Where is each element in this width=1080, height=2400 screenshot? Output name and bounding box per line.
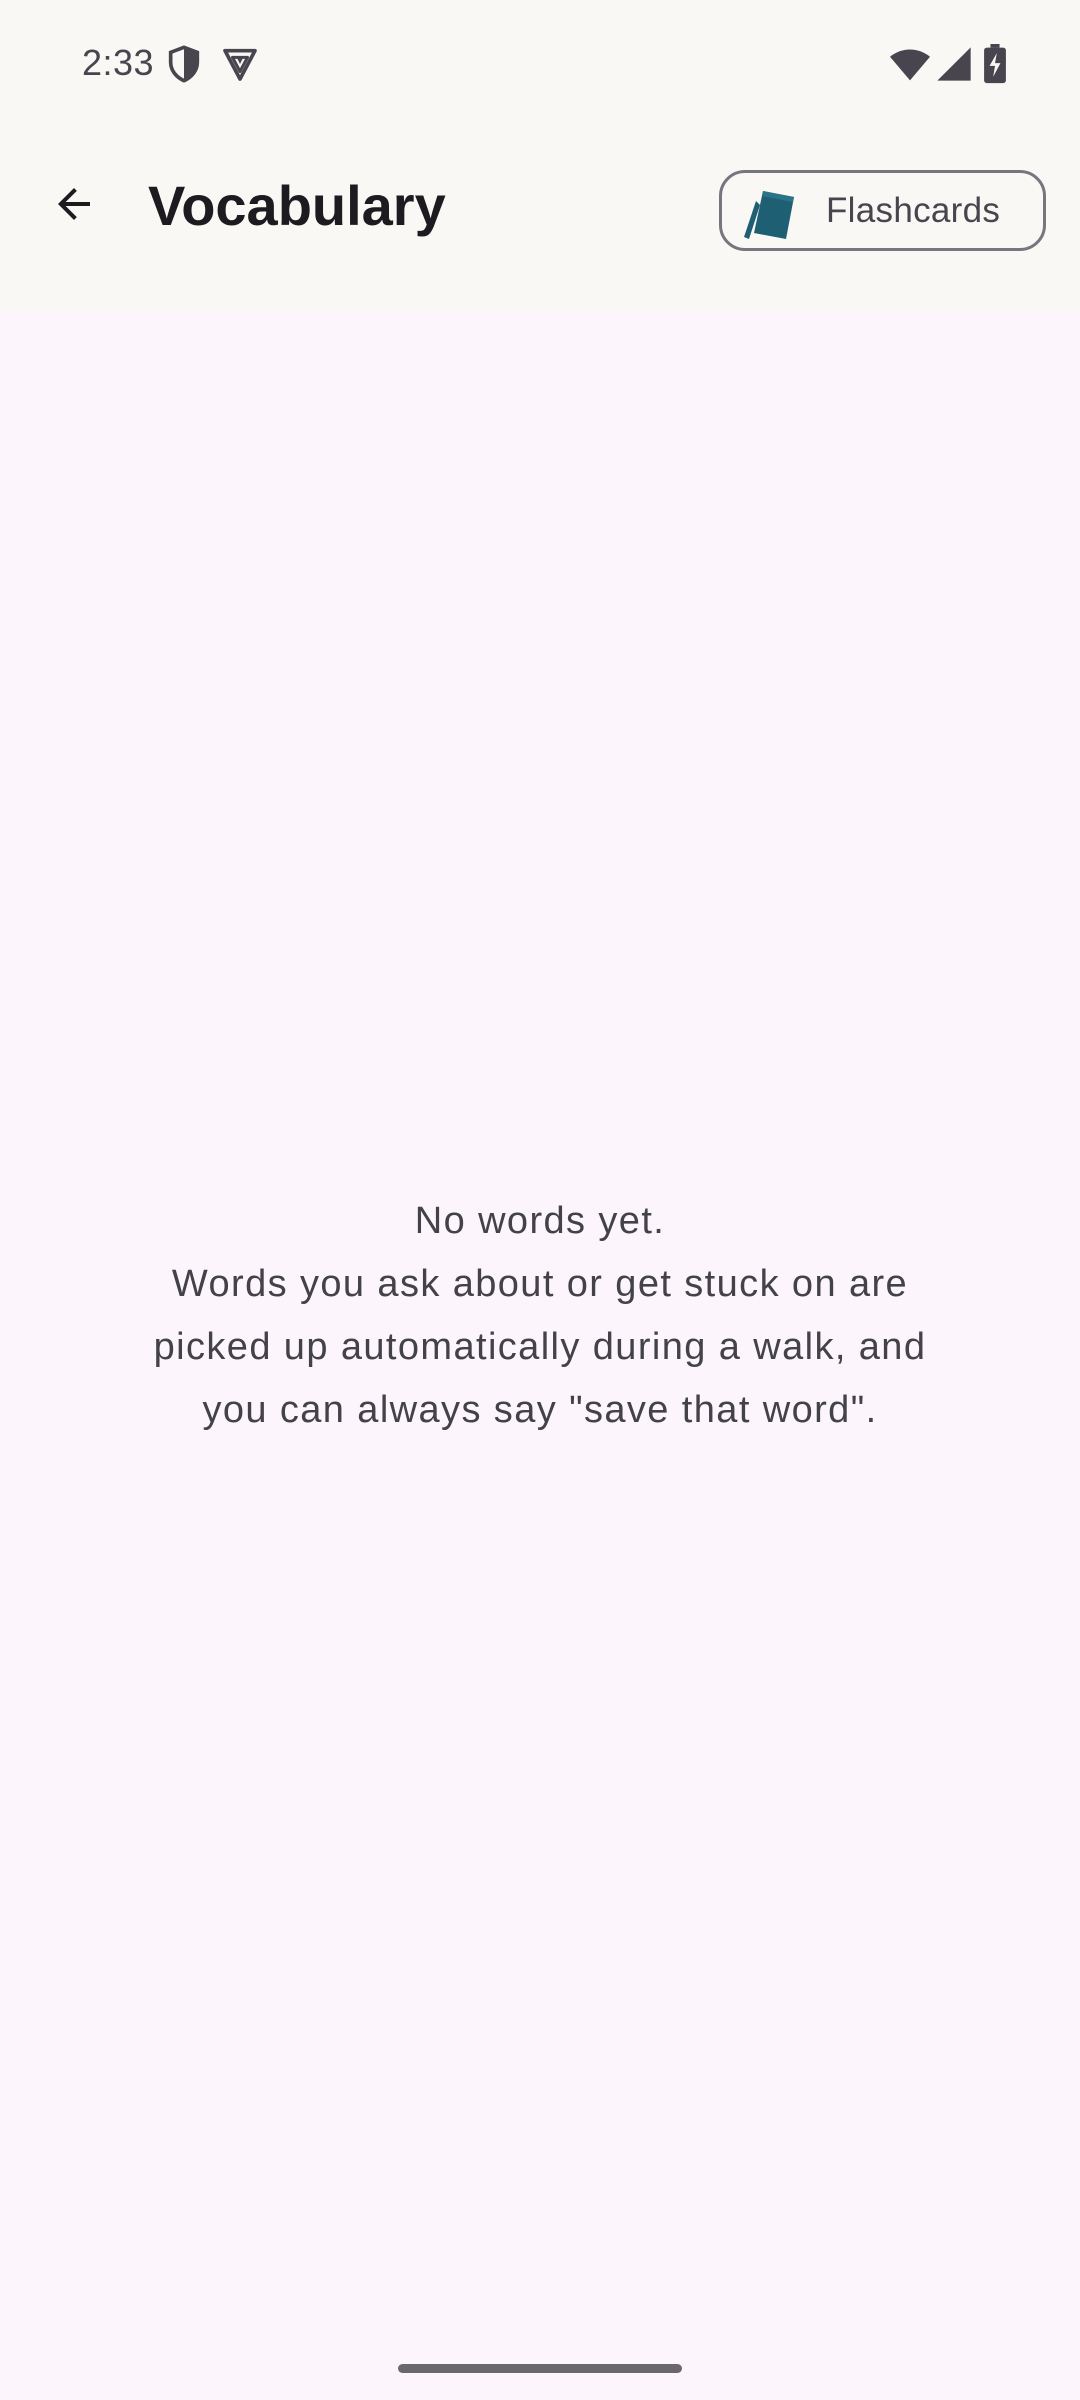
- app-bar: Vocabulary Flashcards: [0, 130, 1080, 310]
- battery-charging-icon: [982, 44, 1008, 84]
- empty-state-line: you can always say "save that word".: [202, 1389, 878, 1431]
- cellular-signal-icon: [934, 44, 974, 84]
- home-indicator[interactable]: [398, 2364, 682, 2373]
- wifi-icon: [888, 44, 932, 84]
- arrow-back-icon: [50, 180, 98, 233]
- flashcards-label: Flashcards: [826, 191, 1001, 230]
- empty-state-message: No words yet. Words you ask about or get…: [90, 1190, 990, 1442]
- back-button[interactable]: [34, 166, 114, 246]
- shield-icon: [164, 44, 204, 84]
- vpn-shield-icon: [220, 44, 260, 84]
- empty-state-line: Words you ask about or get stuck on are: [171, 1263, 909, 1305]
- flashcards-icon: [742, 187, 800, 241]
- status-time: 2:33: [82, 42, 155, 83]
- empty-state-title: No words yet.: [414, 1200, 666, 1242]
- status-bar: 2:33: [0, 0, 1080, 130]
- page-title: Vocabulary: [148, 174, 446, 237]
- flashcards-button[interactable]: Flashcards: [719, 170, 1046, 251]
- empty-state-line: picked up automatically during a walk, a…: [153, 1326, 927, 1368]
